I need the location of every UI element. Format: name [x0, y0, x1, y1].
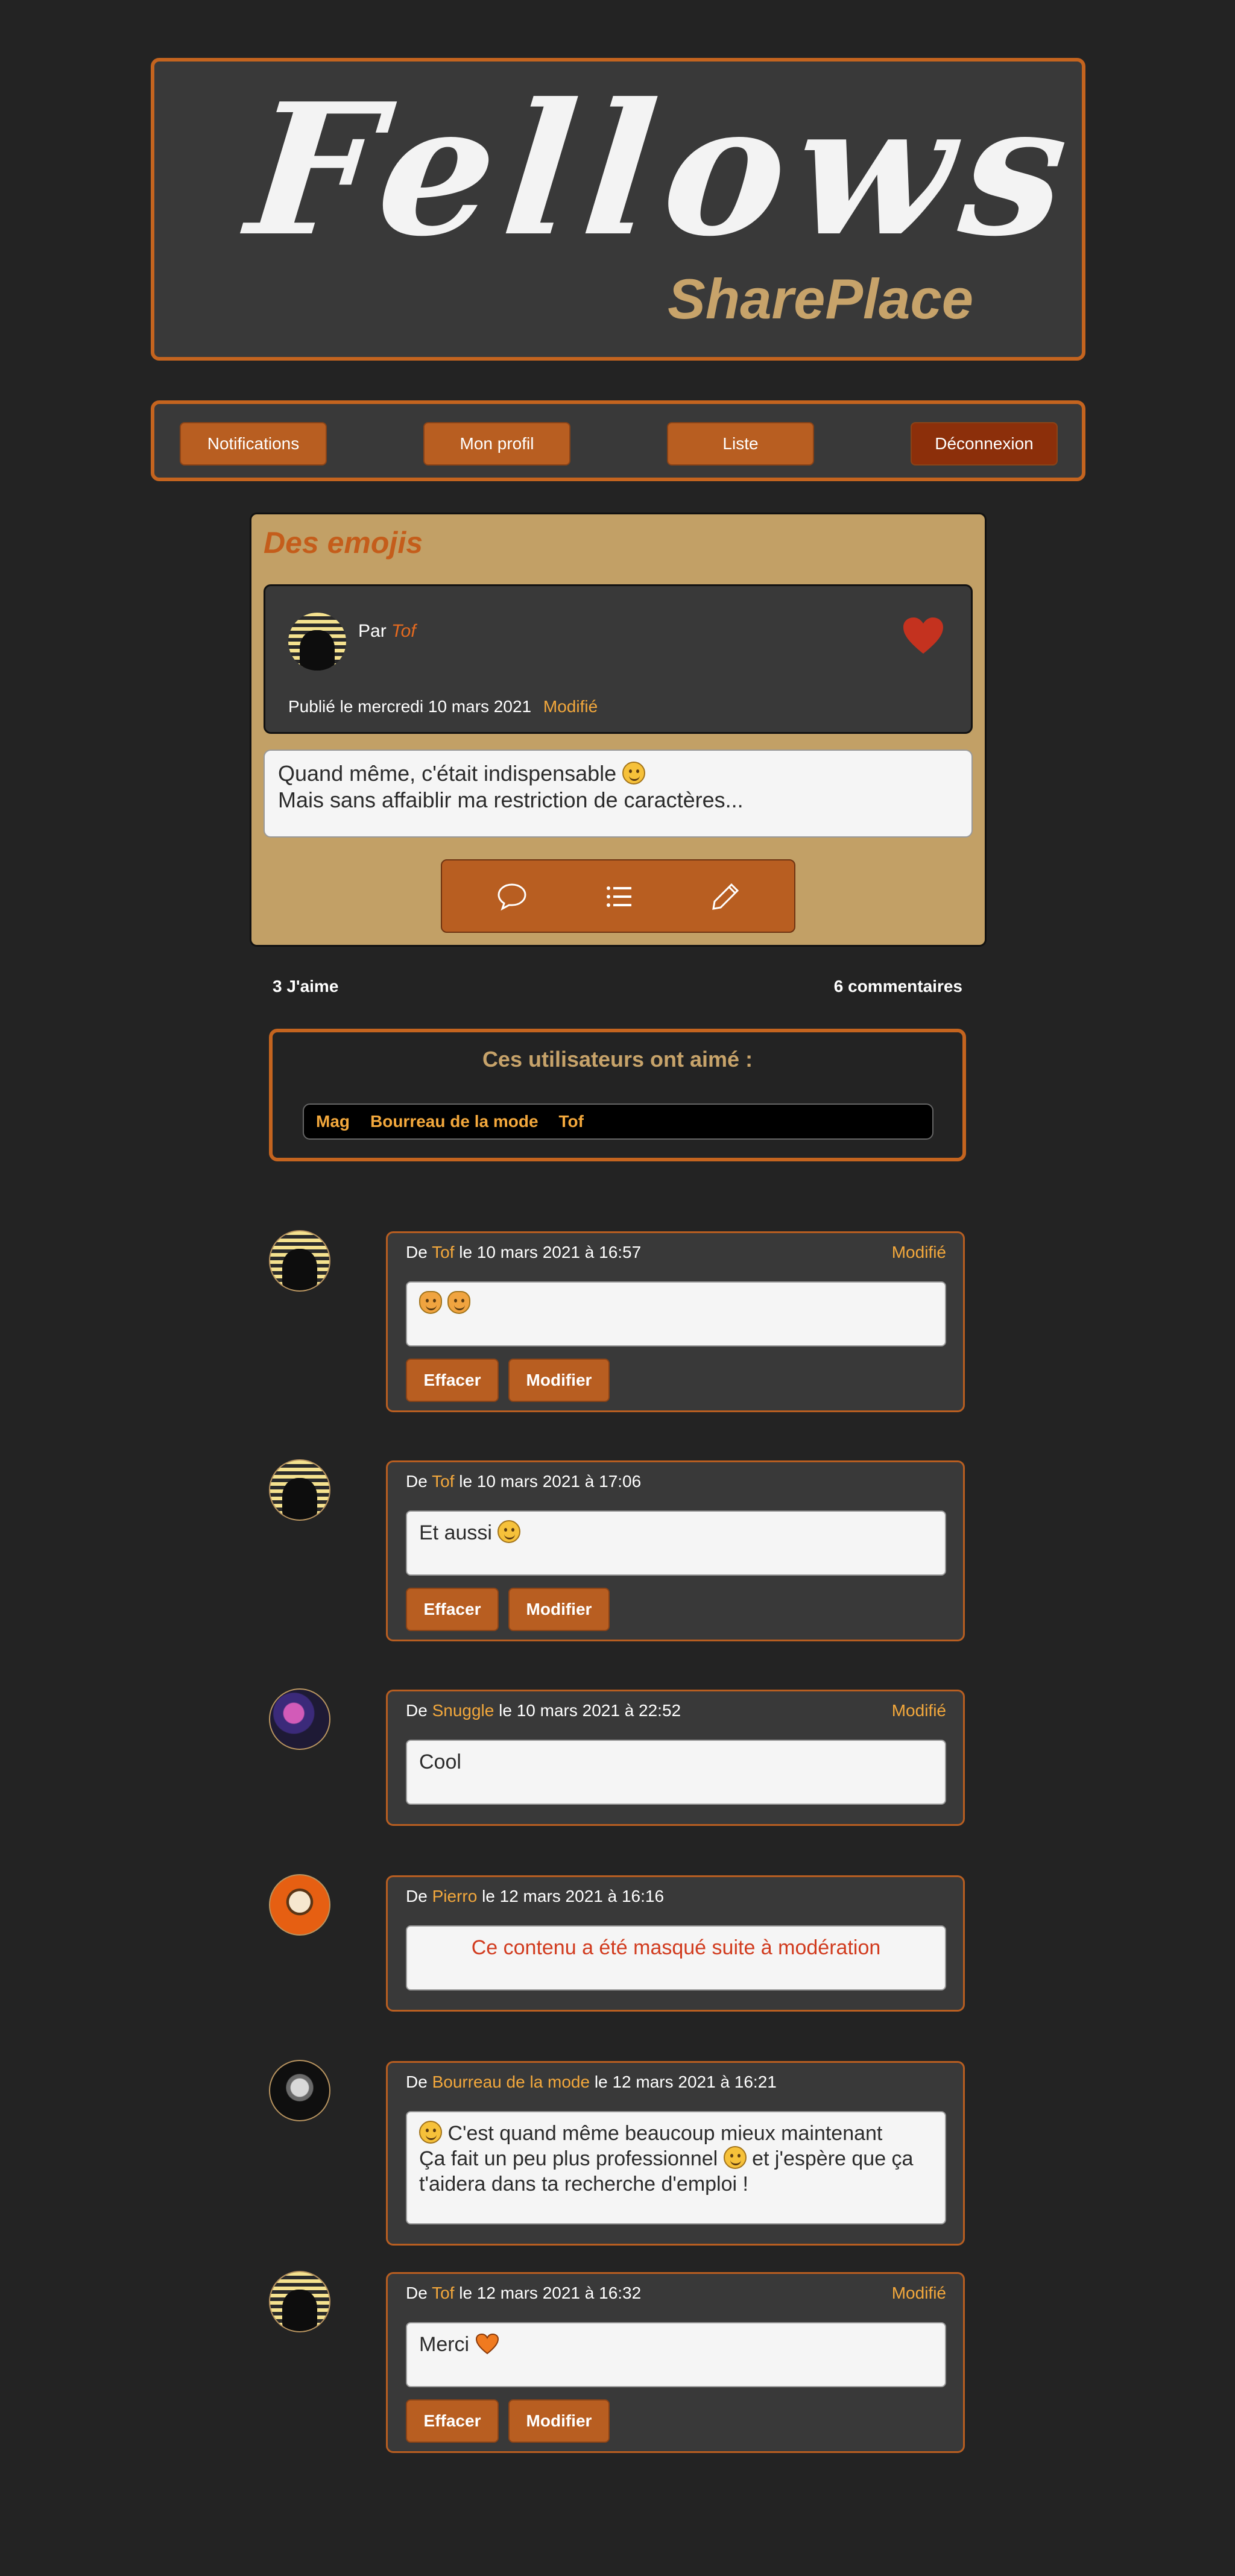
brand-subtitle: SharePlace: [668, 267, 973, 330]
modified-label: Modifié: [891, 2284, 946, 2302]
modified-label: Modifié: [891, 1243, 946, 1261]
comment-text: et j'espère que ça: [752, 2147, 914, 2170]
comment-author-link[interactable]: Pierro: [432, 1887, 478, 1905]
comment-date: le 12 mars 2021 à 16:16: [482, 1887, 665, 1905]
comment-text: Et aussi: [419, 1521, 492, 1544]
comment-date: le 12 mars 2021 à 16:21: [594, 2072, 777, 2091]
edit-comment-button[interactable]: Modifier: [508, 2399, 610, 2443]
modified-label: Modifié: [891, 1701, 946, 1720]
heart-icon[interactable]: [902, 616, 944, 655]
likers-list: Mag Bourreau de la mode Tof: [303, 1103, 933, 1140]
list-button[interactable]: Liste: [667, 422, 814, 466]
comment-header: De Tof le 12 mars 2021 à 16:32: [406, 2284, 641, 2303]
likes-count[interactable]: 3 J'aime: [273, 977, 338, 996]
comment-text: Merci: [419, 2333, 470, 2356]
comment-card: De Tof le 10 mars 2021 à 16:57 Modifié E…: [386, 1231, 965, 1412]
comment-body: Merci: [406, 2322, 946, 2387]
post-card: Des emojis Par Tof Publié le mercredi 10…: [250, 513, 987, 947]
comment-card: De Snuggle le 10 mars 2021 à 22:52 Modif…: [386, 1690, 965, 1826]
pencil-icon[interactable]: [710, 882, 741, 911]
avatar[interactable]: [288, 613, 346, 671]
comment-author-link[interactable]: Snuggle: [432, 1701, 494, 1720]
comment-card: De Pierro le 12 mars 2021 à 16:16 Ce con…: [386, 1875, 965, 2012]
cat-emoji-icon: [419, 1291, 442, 1314]
comment-from: De: [406, 1887, 428, 1905]
post-line-2: Mais sans affaiblir ma restriction de ca…: [278, 788, 744, 812]
comment-from: De: [406, 1701, 428, 1720]
comment-card: De Bourreau de la mode le 12 mars 2021 à…: [386, 2061, 965, 2246]
cat-emoji-icon: [447, 1291, 471, 1314]
comment-date: le 10 mars 2021 à 17:06: [459, 1472, 642, 1491]
byline-prefix: Par: [358, 621, 387, 641]
post-actions: [441, 859, 795, 933]
comment-from: De: [406, 2284, 428, 2302]
avatar[interactable]: [269, 1230, 330, 1292]
comment-author-link[interactable]: Tof: [432, 1243, 454, 1261]
avatar[interactable]: [269, 1874, 330, 1936]
header-banner: Fellows SharePlace: [151, 58, 1088, 361]
logout-button[interactable]: Déconnexion: [911, 422, 1058, 466]
likers-title: Ces utilisateurs ont aimé :: [482, 1047, 753, 1072]
comment-from: De: [406, 1472, 428, 1491]
avatar[interactable]: [269, 1688, 330, 1750]
comment-text: t'aidera dans ta recherche d'emploi !: [419, 2173, 748, 2196]
comment-body: Cool: [406, 1740, 946, 1805]
comment-header: De Tof le 10 mars 2021 à 16:57: [406, 1243, 641, 1262]
comment-body: Et aussi: [406, 1511, 946, 1576]
delete-comment-button[interactable]: Effacer: [406, 1359, 499, 1402]
brand-title: Fellows: [239, 63, 1088, 276]
main-nav: Notifications Mon profil Liste Déconnexi…: [151, 400, 1085, 481]
profile-button[interactable]: Mon profil: [423, 422, 570, 466]
modified-label: Modifié: [543, 697, 598, 716]
likers-panel: Ces utilisateurs ont aimé : Mag Bourreau…: [269, 1029, 966, 1161]
published-date: Publié le mercredi 10 mars 2021: [288, 697, 532, 716]
notifications-button[interactable]: Notifications: [180, 422, 327, 466]
smile-emoji-icon: [497, 1520, 521, 1543]
comment-header: De Bourreau de la mode le 12 mars 2021 à…: [406, 2072, 777, 2092]
comment-header: De Pierro le 12 mars 2021 à 16:16: [406, 1887, 664, 1906]
comment-header: De Snuggle le 10 mars 2021 à 22:52: [406, 1701, 681, 1720]
comment-header: De Tof le 10 mars 2021 à 17:06: [406, 1472, 641, 1491]
orange-heart-icon: [475, 2333, 499, 2355]
liker-link[interactable]: Mag: [316, 1112, 350, 1131]
comment-date: le 12 mars 2021 à 16:32: [459, 2284, 642, 2302]
wink-emoji-icon: [723, 2146, 747, 2169]
comment-text: C'est quand même beaucoup mieux maintena…: [447, 2122, 883, 2145]
avatar[interactable]: [269, 1459, 330, 1521]
comment-from: De: [406, 2072, 428, 2091]
moderated-notice: Ce contenu a été masqué suite à modérati…: [406, 1925, 946, 1990]
comment-date: le 10 mars 2021 à 16:57: [459, 1243, 642, 1261]
liker-link[interactable]: Tof: [559, 1112, 584, 1131]
comment-text: Ça fait un peu plus professionnel: [419, 2147, 718, 2170]
comment-author-link[interactable]: Bourreau de la mode: [432, 2072, 590, 2091]
delete-comment-button[interactable]: Effacer: [406, 2399, 499, 2443]
liker-link[interactable]: Bourreau de la mode: [370, 1112, 539, 1131]
comment-from: De: [406, 1243, 428, 1261]
wink-emoji-icon: [622, 762, 646, 784]
post-title: Des emojis: [264, 526, 423, 560]
comments-count[interactable]: 6 commentaires: [834, 977, 962, 996]
comment-icon[interactable]: [496, 882, 528, 911]
comment-card: De Tof le 10 mars 2021 à 17:06 Et aussi …: [386, 1460, 965, 1641]
comment-author-link[interactable]: Tof: [432, 2284, 454, 2302]
comment-author-link[interactable]: Tof: [432, 1472, 454, 1491]
comment-date: le 10 mars 2021 à 22:52: [499, 1701, 681, 1720]
post-author-panel: Par Tof Publié le mercredi 10 mars 2021 …: [264, 584, 973, 734]
post-content: Quand même, c'était indispensable Mais s…: [264, 750, 973, 838]
avatar[interactable]: [269, 2060, 330, 2121]
comment-card: De Tof le 12 mars 2021 à 16:32 Modifié M…: [386, 2272, 965, 2453]
comment-body: C'est quand même beaucoup mieux maintena…: [406, 2111, 946, 2224]
edit-comment-button[interactable]: Modifier: [508, 1359, 610, 1402]
delete-comment-button[interactable]: Effacer: [406, 1588, 499, 1631]
post-author-link[interactable]: Tof: [391, 621, 416, 641]
comment-body: [406, 1281, 946, 1346]
smile-emoji-icon: [419, 2121, 442, 2144]
post-byline: Par Tof: [358, 621, 416, 642]
avatar[interactable]: [269, 2271, 330, 2332]
post-line-1: Quand même, c'était indispensable: [278, 761, 617, 786]
post-date: Publié le mercredi 10 mars 2021 Modifié: [288, 697, 598, 716]
edit-comment-button[interactable]: Modifier: [508, 1588, 610, 1631]
list-icon[interactable]: [604, 882, 635, 911]
